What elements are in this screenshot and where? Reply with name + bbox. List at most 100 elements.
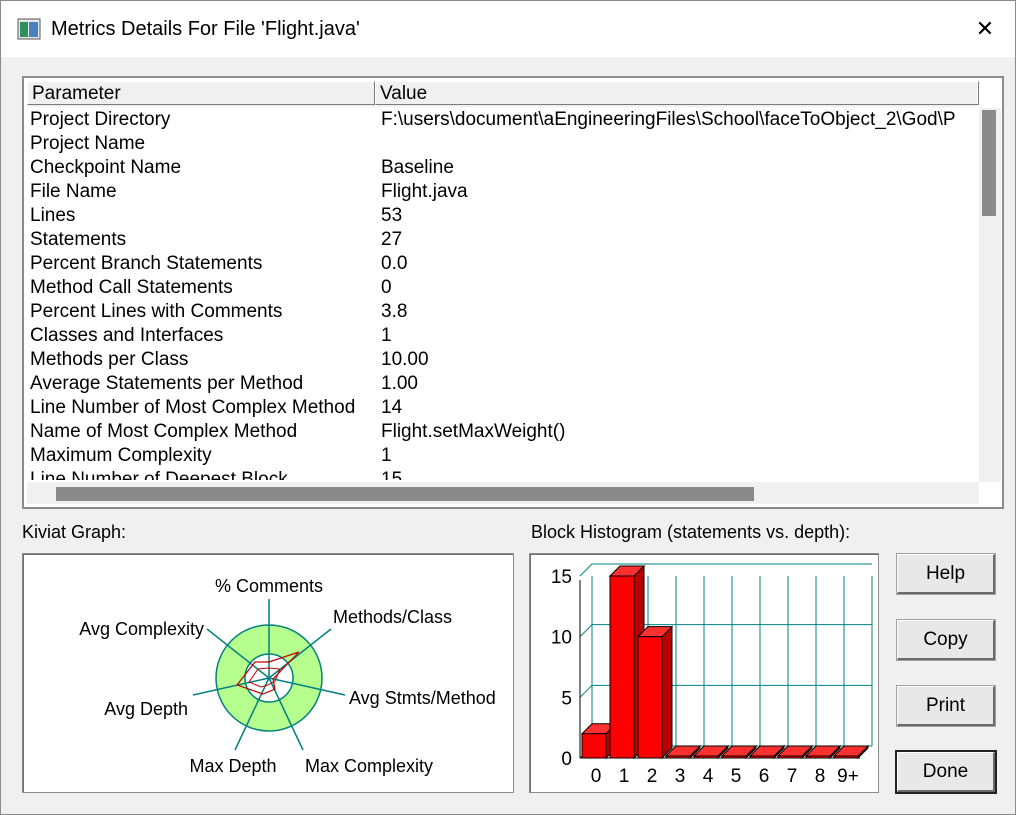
horizontal-scrollbar[interactable] (27, 482, 979, 504)
value-cell: 1 (381, 445, 392, 466)
vertical-scroll-thumb[interactable] (982, 110, 996, 216)
table-row[interactable]: Lines 53 (27, 204, 979, 228)
table-row[interactable]: Statements 27 (27, 228, 979, 252)
value-cell: F:\users\document\aEngineeringFiles\Scho… (381, 109, 956, 130)
x-tick-label: 2 (647, 766, 658, 787)
print-button[interactable]: Print (896, 685, 996, 727)
column-header-parameter[interactable]: Parameter (27, 81, 375, 105)
block-histogram-chart: 0510150 1 2 3 4 5 6 7 8 9+ (551, 563, 873, 787)
grid-line-diagonal (579, 624, 593, 638)
parameter-cell: Methods per Class (30, 349, 189, 370)
kiviat-axis-label: % Comments (215, 576, 323, 596)
grid-line-diagonal (579, 563, 593, 577)
value-cell: Flight.java (381, 181, 468, 202)
x-tick-label: 1 (619, 766, 630, 787)
copy-button[interactable]: Copy (896, 619, 996, 661)
x-tick-label: 0 (591, 766, 602, 787)
bar (805, 755, 831, 759)
parameter-cell: Checkpoint Name (30, 157, 182, 178)
close-button[interactable]: ✕ (959, 11, 1011, 47)
x-tick-label: 3 (675, 766, 686, 787)
value-cell: 10.00 (381, 349, 429, 370)
parameter-cell: Percent Lines with Comments (30, 301, 283, 322)
table-row[interactable]: Percent Lines with Comments 3.8 (27, 300, 979, 324)
value-cell: 1.00 (381, 373, 418, 394)
kiviat-axis-label: Max Complexity (305, 756, 433, 776)
column-header-value[interactable]: Value (375, 81, 979, 105)
parameter-cell: Statements (30, 229, 127, 250)
x-tick-label: 6 (759, 766, 770, 787)
bar (777, 755, 803, 759)
value-cell: 1 (381, 325, 392, 346)
app-icon (17, 18, 41, 40)
y-tick-label: 10 (551, 628, 572, 649)
vertical-scrollbar[interactable] (979, 108, 1001, 482)
value-cell: Flight.setMaxWeight() (381, 421, 566, 442)
value-cell: 0 (381, 277, 392, 298)
parameter-cell: Classes and Interfaces (30, 325, 224, 346)
bar (637, 636, 663, 759)
metrics-dialog: Metrics Details For File 'Flight.java' ✕… (0, 0, 1016, 815)
kiviat-axis-label: Max Depth (189, 756, 276, 776)
parameter-cell: Project Name (30, 133, 146, 154)
table-row[interactable]: Method Call Statements 0 (27, 276, 979, 300)
value-cell: Baseline (381, 157, 454, 178)
table-row[interactable]: Percent Branch Statements 0.0 (27, 252, 979, 276)
value-cell: 53 (381, 205, 403, 226)
table-row[interactable]: Average Statements per Method 1.00 (27, 372, 979, 396)
parameter-cell: Name of Most Complex Method (30, 421, 298, 442)
kiviat-axis-label: Avg Complexity (79, 619, 204, 639)
bar (581, 733, 607, 759)
x-tick-label: 8 (815, 766, 826, 787)
parameter-cell: Percent Branch Statements (30, 253, 263, 274)
parameter-cell: File Name (30, 181, 117, 202)
kiviat-axis-label: Avg Stmts/Method (349, 688, 496, 708)
table-row[interactable]: Maximum Complexity 1 (27, 444, 979, 468)
x-tick-label: 5 (731, 766, 742, 787)
metrics-table: Parameter Value Project Directory F:\user… (22, 76, 1004, 509)
histogram-label: Block Histogram (statements vs. depth): (531, 522, 851, 542)
bar (749, 755, 775, 759)
y-tick-label: 15 (551, 567, 572, 588)
title-bar: Metrics Details For File 'Flight.java' ✕ (1, 1, 1015, 57)
grid-line-diagonal (579, 684, 593, 698)
table-body: Project Directory F:\users\document\aEngi… (27, 108, 979, 480)
done-button[interactable]: Done (895, 750, 997, 794)
bar (609, 575, 635, 759)
parameter-cell: Lines (30, 205, 76, 226)
parameter-cell: Average Statements per Method (30, 373, 304, 394)
table-row[interactable]: Line Number of Deepest Block 15 (27, 468, 979, 480)
x-tick-label: 4 (703, 766, 714, 787)
table-row[interactable]: Name of Most Complex Method Flight.setMax… (27, 420, 979, 444)
y-tick-label: 0 (561, 749, 572, 770)
parameter-cell: Project Directory (30, 109, 171, 130)
kiviat-axis-label: Methods/Class (333, 607, 452, 627)
kiviat-label: Kiviat Graph: (22, 522, 127, 542)
close-icon: ✕ (975, 16, 995, 41)
window-title: Metrics Details For File 'Flight.java' (51, 18, 360, 40)
horizontal-scroll-thumb[interactable] (56, 487, 754, 501)
table-row[interactable]: Methods per Class 10.00 (27, 348, 979, 372)
y-tick-label: 5 (561, 688, 572, 709)
parameter-cell: Line Number of Most Complex Method (30, 397, 356, 418)
histogram-panel: 0 5 10 15 0 1 2 3 4 5 6 7 8 9+ (529, 553, 879, 793)
value-cell: 15 (381, 469, 403, 480)
bar (693, 755, 719, 759)
parameter-cell: Line Number of Deepest Block (30, 469, 288, 480)
parameter-cell: Maximum Complexity (30, 445, 212, 466)
help-button[interactable]: Help (896, 553, 996, 595)
table-header: Parameter Value (27, 81, 979, 107)
bar-side (661, 625, 673, 760)
table-row[interactable]: File Name Flight.java (27, 180, 979, 204)
value-cell: 27 (381, 229, 403, 250)
table-row[interactable]: Project Directory F:\users\document\aEngi… (27, 108, 979, 132)
bar (721, 755, 747, 759)
table-row[interactable]: Project Name (27, 132, 979, 156)
table-row[interactable]: Checkpoint Name Baseline (27, 156, 979, 180)
value-cell: 3.8 (381, 301, 408, 322)
table-row[interactable]: Line Number of Most Complex Method 14 (27, 396, 979, 420)
kiviat-panel: % Comments Methods/Class Avg Stmts/Metho… (22, 553, 514, 793)
x-tick-label: 7 (787, 766, 798, 787)
kiviat-axis-label: Avg Depth (104, 699, 188, 719)
table-row[interactable]: Classes and Interfaces 1 (27, 324, 979, 348)
